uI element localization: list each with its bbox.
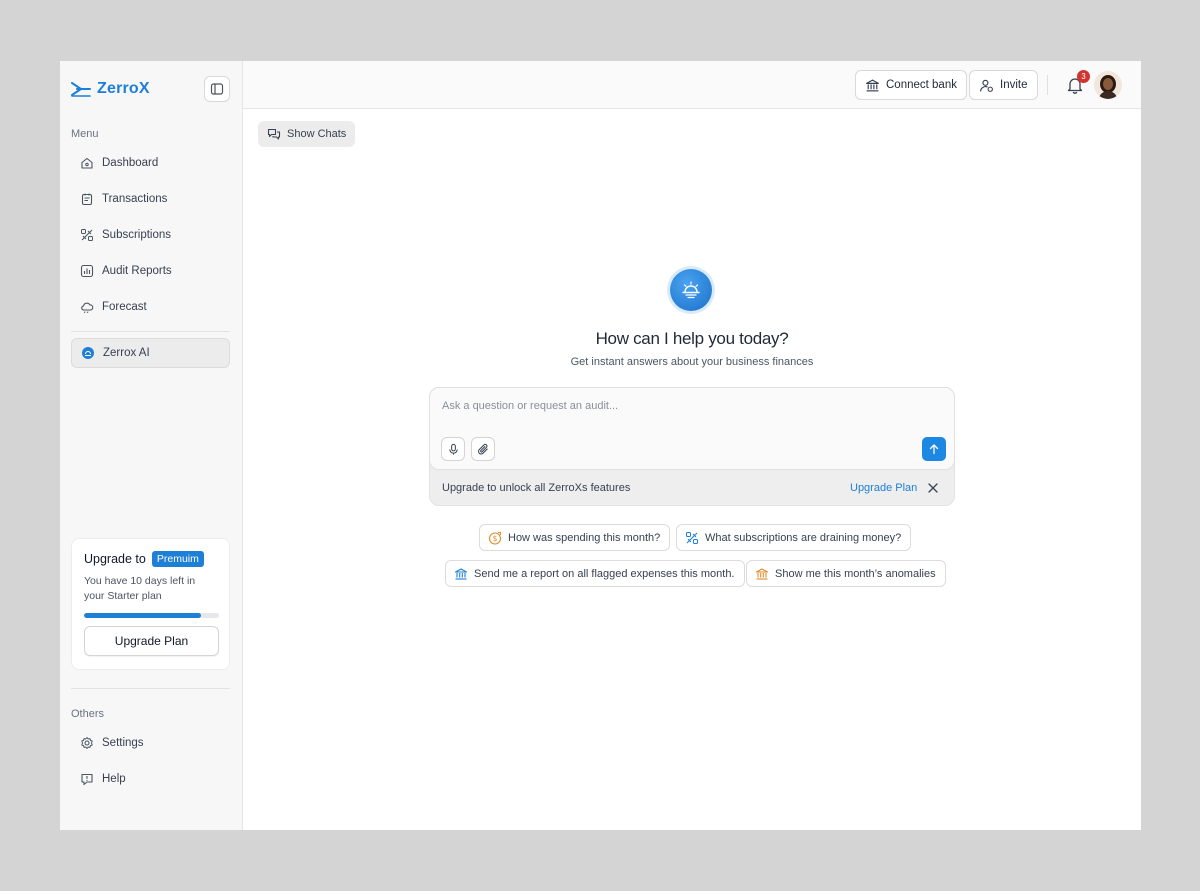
sidebar-item-zerrox-ai[interactable]: Zerrox AI — [71, 338, 230, 368]
chat-bubbles-icon — [267, 128, 281, 140]
topbar: Connect bank Invite 3 — [243, 61, 1141, 109]
bank-icon — [454, 567, 468, 580]
svg-text:$: $ — [493, 534, 498, 543]
ai-icon — [82, 347, 94, 359]
page-subtitle: Get instant answers about your business … — [570, 356, 814, 368]
sidebar-divider — [71, 331, 230, 332]
cloud-icon — [81, 302, 94, 314]
upgrade-notice-text: Upgrade to unlock all ZerroXs features — [442, 482, 631, 494]
main-panel: Connect bank Invite 3 Show Chats How can… — [243, 61, 1141, 830]
close-icon[interactable] — [926, 481, 940, 495]
upgrade-description: You have 10 days left in your Starter pl… — [84, 575, 196, 602]
chart-icon — [80, 264, 94, 278]
sidebar-toggle-button[interactable] — [204, 76, 230, 102]
sidebar-item-label: Dashboard — [102, 157, 159, 169]
sidebar-item-forecast[interactable]: Forecast — [71, 292, 230, 322]
microphone-icon — [448, 443, 458, 455]
others-section-label: Others — [71, 708, 105, 720]
user-avatar-icon — [1094, 71, 1122, 99]
send-button[interactable] — [922, 437, 946, 461]
subscriptions-icon — [81, 229, 93, 241]
attach-button[interactable] — [471, 437, 495, 461]
sidebar-toggle-icon — [210, 83, 224, 95]
chat-composer-container: Upgrade to unlock all ZerroXs features U… — [429, 387, 955, 506]
upgrade-card: Upgrade to Premuim You have 10 days left… — [71, 538, 230, 670]
sidebar-item-label: Zerrox AI — [103, 347, 150, 359]
show-chats-button[interactable]: Show Chats — [258, 121, 356, 147]
sunrise-icon — [682, 281, 700, 299]
sidebar-item-audit-reports[interactable]: Audit Reports — [71, 256, 230, 286]
sidebar-item-subscriptions[interactable]: Subscriptions — [71, 220, 230, 250]
receipt-icon — [81, 193, 93, 206]
sidebar-divider — [71, 688, 230, 689]
gear-icon — [81, 737, 93, 749]
brand-name: ZerroX — [97, 80, 150, 97]
chat-composer — [429, 387, 955, 470]
sidebar-item-label: Help — [102, 773, 126, 785]
suggestion-label: Send me a report on all flagged expenses… — [474, 567, 735, 580]
avatar[interactable] — [1094, 71, 1122, 99]
chat-input[interactable] — [442, 400, 922, 412]
suggestion-chip[interactable]: Send me a report on all flagged expenses… — [445, 560, 745, 587]
suggestion-label: What subscriptions are draining money? — [705, 531, 902, 544]
microphone-button[interactable] — [441, 437, 465, 461]
sidebar-item-label: Transactions — [102, 193, 168, 205]
upgrade-title-text: Upgrade to — [84, 552, 146, 566]
ai-assistant-icon — [670, 269, 712, 311]
bank-icon — [866, 79, 879, 91]
sidebar-item-label: Audit Reports — [102, 265, 172, 277]
invite-button[interactable]: Invite — [969, 70, 1038, 100]
connect-bank-button[interactable]: Connect bank — [855, 70, 967, 100]
trial-progress-bar — [84, 613, 219, 618]
sidebar-item-label: Subscriptions — [102, 229, 172, 241]
sidebar-item-help[interactable]: Help — [71, 764, 230, 794]
show-chats-label: Show Chats — [287, 128, 347, 140]
sidebar-item-dashboard[interactable]: Dashboard — [71, 148, 230, 178]
upgrade-plan-link[interactable]: Upgrade Plan — [850, 482, 917, 494]
sidebar-item-transactions[interactable]: Transactions — [71, 184, 230, 214]
zerrox-logo-icon — [71, 82, 91, 97]
suggestion-chip[interactable]: What subscriptions are draining money? — [676, 524, 912, 551]
menu-section-label: Menu — [71, 128, 99, 140]
suggestion-label: Show me this month’s anomalies — [775, 567, 936, 580]
dollar-icon: $ — [488, 531, 502, 545]
suggestion-chip[interactable]: $ How was spending this month? — [479, 524, 671, 551]
notification-badge: 3 — [1077, 70, 1090, 83]
connect-bank-label: Connect bank — [886, 79, 957, 91]
sidebar-item-settings[interactable]: Settings — [71, 728, 230, 758]
subscriptions-icon — [686, 531, 698, 544]
brand[interactable]: ZerroX — [71, 80, 150, 98]
sidebar-item-label: Forecast — [102, 301, 147, 313]
upgrade-card-title: Upgrade to Premuim — [84, 551, 217, 567]
paperclip-icon — [477, 443, 488, 454]
suggestion-chip[interactable]: Show me this month’s anomalies — [746, 560, 946, 587]
upgrade-plan-button[interactable]: Upgrade Plan — [84, 626, 219, 656]
invite-label: Invite — [1000, 79, 1028, 91]
suggestion-label: How was spending this month? — [508, 531, 661, 544]
trial-progress-fill — [84, 613, 202, 618]
home-icon — [81, 157, 93, 169]
sidebar-item-label: Settings — [102, 737, 144, 749]
app-window: ZerroX Menu Dashboard Transactions Subsc… — [60, 61, 1141, 830]
bank-icon — [755, 567, 769, 580]
sidebar: ZerroX Menu Dashboard Transactions Subsc… — [60, 61, 243, 830]
page-title: How can I help you today? — [595, 329, 789, 348]
user-add-icon — [980, 79, 993, 92]
help-icon — [81, 773, 93, 786]
topbar-separator — [1047, 75, 1048, 95]
premium-badge: Premuim — [151, 551, 204, 567]
arrow-up-icon — [929, 444, 939, 455]
